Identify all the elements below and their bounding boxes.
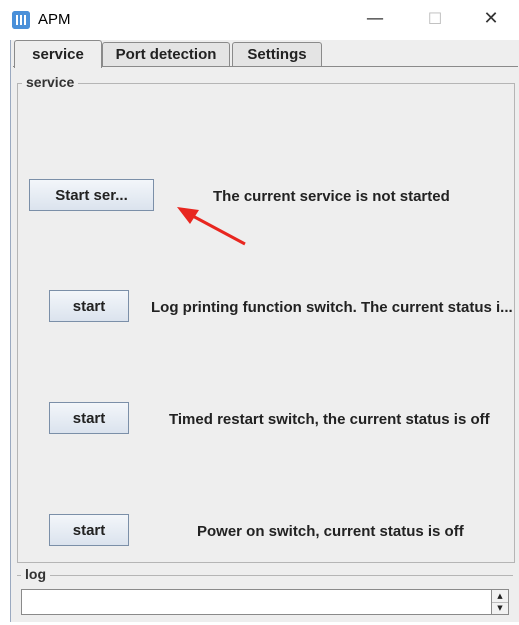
annotation-arrow-icon xyxy=(177,207,246,246)
service-group-title: service xyxy=(22,74,79,90)
timed-restart-start-button[interactable]: start xyxy=(49,402,129,434)
log-printing-start-button[interactable]: start xyxy=(49,290,129,322)
log-group: log ▲ ▼ xyxy=(17,566,513,620)
app-icon xyxy=(12,11,30,29)
tab-settings[interactable]: Settings xyxy=(232,42,322,67)
apm-window: APM — ☐ ✕ service Port detection Setting… xyxy=(0,0,519,625)
log-group-title: log xyxy=(21,566,50,582)
minimize-button[interactable]: — xyxy=(352,4,398,34)
log-field[interactable]: ▲ ▼ xyxy=(21,589,509,615)
window-title: APM xyxy=(38,11,71,28)
service-group: service Start ser... The current service… xyxy=(17,74,515,563)
close-button[interactable]: ✕ xyxy=(468,4,514,34)
power-on-status-label: Power on switch, current status is off xyxy=(197,523,464,540)
client-area: service Port detection Settings service … xyxy=(10,40,519,622)
timed-restart-status-label: Timed restart switch, the current status… xyxy=(169,411,490,428)
start-service-button[interactable]: Start ser... xyxy=(29,179,154,211)
maximize-button[interactable]: ☐ xyxy=(412,4,458,34)
power-on-start-button[interactable]: start xyxy=(49,514,129,546)
title-bar[interactable]: APM — ☐ ✕ xyxy=(0,0,519,40)
tab-service[interactable]: service xyxy=(14,40,102,68)
spin-down-icon[interactable]: ▼ xyxy=(492,602,508,614)
tab-port-detection[interactable]: Port detection xyxy=(102,42,230,67)
app-logo-icon xyxy=(12,11,30,29)
log-printing-status-label: Log printing function switch. The curren… xyxy=(151,299,513,316)
log-spinner[interactable]: ▲ ▼ xyxy=(491,590,508,614)
